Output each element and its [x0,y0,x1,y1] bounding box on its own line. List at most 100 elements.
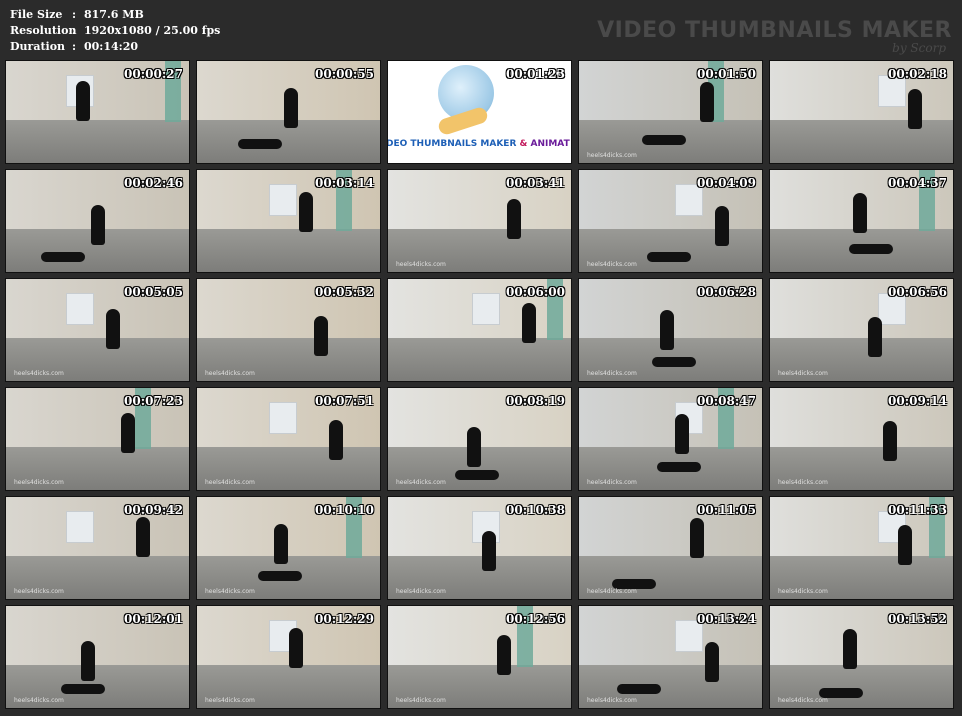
separator: : [72,40,77,53]
person-figure [690,518,704,558]
thumbnail[interactable]: 00:06:00 [387,278,572,382]
thumbnail-timestamp: 00:08:19 [506,394,565,408]
person-lying-figure [258,571,302,581]
thumbnail[interactable]: heels4dicks.com 00:03:41 [387,169,572,273]
thumbnail[interactable]: heels4dicks.com 00:04:09 [578,169,763,273]
thumbnail-timestamp: 00:07:51 [315,394,374,408]
file-info: File Size : 817.6 MB Resolution : 1920x1… [10,7,220,55]
thumbnail[interactable]: heels4dicks.com 00:10:10 [196,496,381,600]
file-size-label: File Size [10,8,63,21]
window [269,184,297,216]
person-lying-figure [849,244,893,254]
thumbnail-watermark: heels4dicks.com [587,370,637,377]
thumbnail[interactable]: heels4dicks.com 00:07:51 [196,387,381,491]
thumbnail[interactable]: 00:02:18 [769,60,954,164]
thumbnail[interactable]: heels4dicks.com 00:05:05 [5,278,190,382]
thumbnail[interactable]: 00:00:27 [5,60,190,164]
resolution-label: Resolution [10,24,77,37]
person-figure [715,206,729,246]
thumbnail-timestamp: 00:10:10 [315,503,374,517]
thumbnail-watermark: heels4dicks.com [14,370,64,377]
brand-watermark: VIDEO THUMBNAILS MAKER by Scorp [597,18,952,54]
person-figure [705,642,719,682]
duration-value: 00:14:20 [84,40,139,53]
thumbnail-timestamp: 00:12:29 [315,612,374,626]
person-lying-figure [238,139,282,149]
person-figure [289,628,303,668]
thumbnail-timestamp: 00:05:32 [315,285,374,299]
thumbnail[interactable]: heels4dicks.com 00:07:23 [5,387,190,491]
resolution-value: 1920x1080 / 25.00 fps [84,24,221,37]
thumbnail[interactable]: heels4dicks.com 00:11:05 [578,496,763,600]
thumbnail[interactable]: heels4dicks.com 00:06:28 [578,278,763,382]
window [66,511,94,543]
thumbnail[interactable]: heels4dicks.com 00:12:29 [196,605,381,709]
thumbnail-timestamp: 00:12:56 [506,612,565,626]
person-figure [853,193,867,233]
thumbnail[interactable]: DEO THUMBNAILS MAKER & ANIMAT 00:01:23 [387,60,572,164]
floor [197,229,380,272]
thumbnail-timestamp: 00:00:55 [315,67,374,81]
floor [388,338,571,381]
thumbnail-watermark: heels4dicks.com [778,370,828,377]
floor [770,120,953,163]
window [472,293,500,325]
thumbnail[interactable]: 00:00:55 [196,60,381,164]
thumbnail[interactable]: heels4dicks.com 00:12:01 [5,605,190,709]
thumbnail[interactable]: heels4dicks.com 00:05:32 [196,278,381,382]
thumbnail[interactable]: heels4dicks.com 00:01:50 [578,60,763,164]
person-figure [467,427,481,467]
thumbnail[interactable]: 00:04:37 [769,169,954,273]
person-figure [883,421,897,461]
thumbnail-watermark: heels4dicks.com [587,152,637,159]
thumbnail-watermark: heels4dicks.com [587,697,637,704]
duration-row: Duration : 00:14:20 [10,39,220,55]
logo-text-tail: ANIMAT [527,139,570,149]
person-figure [675,414,689,454]
thumbnail[interactable]: heels4dicks.com 00:12:56 [387,605,572,709]
thumbnail[interactable]: 00:02:46 [5,169,190,273]
thumbnail-watermark: heels4dicks.com [587,588,637,595]
thumbnail-watermark: heels4dicks.com [396,479,446,486]
thumbnail-timestamp: 00:06:56 [888,285,947,299]
thumbnail[interactable]: heels4dicks.com 00:08:19 [387,387,572,491]
logo-text: DEO THUMBNAILS MAKER & ANIMAT [387,139,570,149]
thumbnail-watermark: heels4dicks.com [14,588,64,595]
thumbnail-watermark: heels4dicks.com [587,479,637,486]
person-figure [497,635,511,675]
person-figure [299,192,313,232]
thumbnail-watermark: heels4dicks.com [396,588,446,595]
thumbnail-watermark: heels4dicks.com [587,261,637,268]
person-figure [76,81,90,121]
thumbnail[interactable]: heels4dicks.com 00:09:14 [769,387,954,491]
resolution-row: Resolution : 1920x1080 / 25.00 fps [10,23,220,39]
person-figure [868,317,882,357]
thumbnail-watermark: heels4dicks.com [778,697,828,704]
floor [6,120,189,163]
person-figure [329,420,343,460]
thumbnail[interactable]: heels4dicks.com 00:09:42 [5,496,190,600]
thumbnail-watermark: heels4dicks.com [396,697,446,704]
person-figure [91,205,105,245]
person-figure [284,88,298,128]
thumbnail-timestamp: 00:01:50 [697,67,756,81]
thumbnail[interactable]: heels4dicks.com 00:10:38 [387,496,572,600]
logo-text-start: DEO THUMBNAILS MAKER [387,139,520,149]
person-lying-figure [617,684,661,694]
thumbnail[interactable]: heels4dicks.com 00:08:47 [578,387,763,491]
thumbnail-watermark: heels4dicks.com [14,697,64,704]
thumbnail-timestamp: 00:01:23 [506,67,565,81]
person-figure [482,531,496,571]
person-figure [522,303,536,343]
thumbnail[interactable]: 00:03:14 [196,169,381,273]
thumbnail[interactable]: heels4dicks.com 00:06:56 [769,278,954,382]
thumbnail-timestamp: 00:04:37 [888,176,947,190]
window [269,402,297,434]
thumbnail-watermark: heels4dicks.com [396,261,446,268]
thumbnail[interactable]: heels4dicks.com 00:13:52 [769,605,954,709]
thumbnail[interactable]: heels4dicks.com 00:11:33 [769,496,954,600]
file-size-row: File Size : 817.6 MB [10,7,220,23]
person-lying-figure [61,684,105,694]
thumbnail-timestamp: 00:08:47 [697,394,756,408]
thumbnail[interactable]: heels4dicks.com 00:13:24 [578,605,763,709]
